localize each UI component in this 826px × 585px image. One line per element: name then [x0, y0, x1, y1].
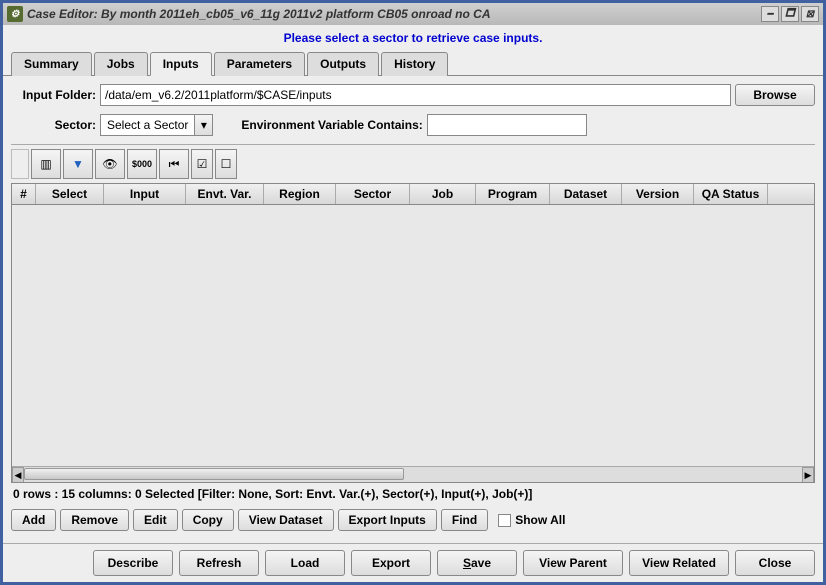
- col-input[interactable]: Input: [104, 184, 186, 204]
- tabs: Summary Jobs Inputs Parameters Outputs H…: [3, 51, 823, 76]
- minimize-icon[interactable]: 🗕: [761, 6, 779, 22]
- bottom-bar: Describe Refresh Load Export Save View P…: [3, 543, 823, 582]
- tab-summary[interactable]: Summary: [11, 52, 92, 76]
- window-title: Case Editor: By month 2011eh_cb05_v6_11g…: [27, 7, 761, 21]
- title-bar: ⚙ Case Editor: By month 2011eh_cb05_v6_1…: [3, 3, 823, 25]
- eye-icon[interactable]: 👁: [95, 149, 125, 179]
- col-select[interactable]: Select: [36, 184, 104, 204]
- tab-jobs[interactable]: Jobs: [94, 52, 148, 76]
- view-dataset-button[interactable]: View Dataset: [238, 509, 334, 531]
- col-dataset[interactable]: Dataset: [550, 184, 622, 204]
- horizontal-scrollbar[interactable]: ◀ ▶: [12, 466, 814, 482]
- col-sector[interactable]: Sector: [336, 184, 410, 204]
- scroll-right-icon[interactable]: ▶: [802, 467, 814, 483]
- window-controls: 🗕 🗖 ⊠: [761, 6, 819, 22]
- col-job[interactable]: Job: [410, 184, 476, 204]
- browse-button[interactable]: Browse: [735, 84, 815, 106]
- input-folder-field[interactable]: [100, 84, 731, 106]
- maximize-icon[interactable]: 🗖: [781, 6, 799, 22]
- remove-button[interactable]: Remove: [60, 509, 129, 531]
- export-button[interactable]: Export: [351, 550, 431, 576]
- tab-content-inputs: Input Folder: Browse Sector: Select a Se…: [3, 76, 823, 543]
- refresh-button[interactable]: Refresh: [179, 550, 259, 576]
- tab-outputs[interactable]: Outputs: [307, 52, 379, 76]
- col-qastatus[interactable]: QA Status: [694, 184, 768, 204]
- col-program[interactable]: Program: [476, 184, 550, 204]
- view-related-button[interactable]: View Related: [629, 550, 729, 576]
- edit-button[interactable]: Edit: [133, 509, 178, 531]
- instruction-text: Please select a sector to retrieve case …: [3, 25, 823, 51]
- add-button[interactable]: Add: [11, 509, 56, 531]
- col-version[interactable]: Version: [622, 184, 694, 204]
- tab-parameters[interactable]: Parameters: [214, 52, 305, 76]
- view-parent-button[interactable]: View Parent: [523, 550, 623, 576]
- scroll-left-icon[interactable]: ◀: [12, 467, 24, 483]
- chevron-down-icon: ▾: [194, 115, 212, 135]
- describe-button[interactable]: Describe: [93, 550, 173, 576]
- sector-value: Select a Sector: [101, 118, 194, 132]
- show-all-label: Show All: [515, 513, 565, 527]
- save-button[interactable]: Save: [437, 550, 517, 576]
- env-var-field[interactable]: [427, 114, 587, 136]
- columns-icon[interactable]: ▥: [31, 149, 61, 179]
- col-rownum[interactable]: #: [12, 184, 36, 204]
- close-icon[interactable]: ⊠: [801, 6, 819, 22]
- input-folder-row: Input Folder: Browse: [11, 84, 815, 106]
- tab-inputs[interactable]: Inputs: [150, 52, 212, 76]
- inputs-table: # Select Input Envt. Var. Region Sector …: [11, 183, 815, 483]
- toolbar: ▥ ▼ 👁 $000 ⏮ ☑ ☐: [11, 144, 815, 183]
- table-body: [12, 205, 814, 466]
- table-header: # Select Input Envt. Var. Region Sector …: [12, 184, 814, 205]
- action-row: Add Remove Edit Copy View Dataset Export…: [11, 505, 815, 535]
- scroll-thumb[interactable]: [24, 468, 404, 480]
- reset-icon[interactable]: ⏮: [159, 149, 189, 179]
- check-all-icon[interactable]: ☑: [191, 149, 213, 179]
- col-more[interactable]: [768, 184, 814, 204]
- load-button[interactable]: Load: [265, 550, 345, 576]
- export-inputs-button[interactable]: Export Inputs: [338, 509, 437, 531]
- checkbox-box: [498, 514, 511, 527]
- col-region[interactable]: Region: [264, 184, 336, 204]
- sector-row: Sector: Select a Sector ▾ Environment Va…: [11, 114, 815, 136]
- uncheck-all-icon[interactable]: ☐: [215, 149, 237, 179]
- sector-label: Sector:: [11, 118, 96, 132]
- sector-select[interactable]: Select a Sector ▾: [100, 114, 213, 136]
- status-text: 0 rows : 15 columns: 0 Selected [Filter:…: [11, 483, 815, 505]
- close-button[interactable]: Close: [735, 550, 815, 576]
- funnel-icon[interactable]: ▼: [63, 149, 93, 179]
- app-icon: ⚙: [7, 6, 23, 22]
- col-envtvar[interactable]: Envt. Var.: [186, 184, 264, 204]
- env-var-label: Environment Variable Contains:: [241, 118, 422, 132]
- case-editor-window: ⚙ Case Editor: By month 2011eh_cb05_v6_1…: [0, 0, 826, 585]
- format-icon[interactable]: $000: [127, 149, 157, 179]
- find-button[interactable]: Find: [441, 509, 488, 531]
- toolbar-spacer: [11, 149, 29, 179]
- tab-history[interactable]: History: [381, 52, 448, 76]
- input-folder-label: Input Folder:: [11, 88, 96, 102]
- copy-button[interactable]: Copy: [182, 509, 234, 531]
- show-all-checkbox[interactable]: Show All: [498, 513, 565, 527]
